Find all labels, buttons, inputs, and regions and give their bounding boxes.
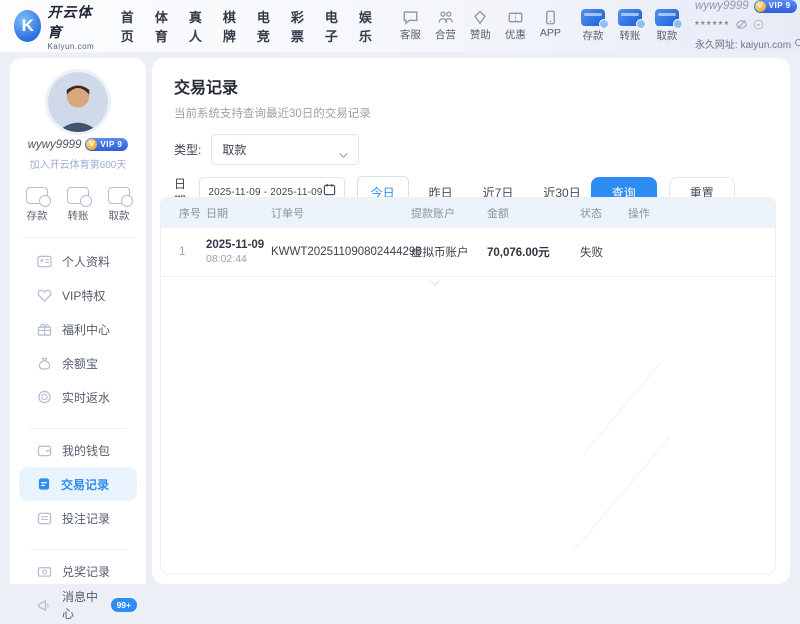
profile-name: wywy9999 bbox=[27, 138, 82, 151]
nav-sports[interactable]: 体育 bbox=[155, 7, 168, 45]
row-datetime: 2025-11-09 08:02:44 bbox=[206, 239, 265, 265]
wallet-group: 存款 转账 取款 bbox=[580, 9, 683, 43]
nav-live[interactable]: 真人 bbox=[189, 7, 202, 45]
type-select[interactable]: 取款 bbox=[211, 134, 360, 165]
partner-icon bbox=[437, 10, 454, 25]
sidebar-item-profile[interactable]: 个人资料 bbox=[19, 244, 137, 278]
transfer-button[interactable]: 转账 bbox=[617, 9, 646, 43]
sidebar-menu: 个人资料 VIP特权 福利中心 余额宝 实时返水 我的钱包 交易记录 投注记录 … bbox=[10, 242, 146, 624]
bet-record-icon bbox=[37, 512, 52, 524]
row-status: 失败 bbox=[580, 247, 603, 259]
deposit-card-icon bbox=[580, 9, 609, 29]
service-promo[interactable]: 优惠 bbox=[505, 10, 526, 42]
row-account: 虚拟币账户 bbox=[411, 244, 487, 287]
main-panel: 交易记录 当前系统支持查询最近30日的交易记录 类型: 取款 日期: 2025-… bbox=[152, 58, 790, 584]
masked-balance: ****** bbox=[694, 20, 731, 32]
prize-record-icon bbox=[37, 566, 52, 577]
service-support[interactable]: 客服 bbox=[400, 10, 421, 42]
sidebar: wywy9999 V VIP 9 加入开云体育第600天 存款 转账 取款 个人… bbox=[10, 58, 146, 621]
sidebar-item-vip[interactable]: VIP特权 bbox=[19, 278, 137, 312]
nav-home[interactable]: 首页 bbox=[121, 7, 134, 45]
sidebar-item-bets[interactable]: 投注记录 bbox=[19, 501, 137, 535]
withdraw-button[interactable]: 取款 bbox=[654, 9, 683, 43]
transfer-icon bbox=[67, 187, 92, 207]
withdraw-icon bbox=[108, 187, 133, 207]
wallet-icon bbox=[37, 445, 52, 456]
chevron-down-icon bbox=[338, 146, 349, 164]
row-order-no: KWWT202511090802444298 bbox=[271, 246, 422, 258]
chat-icon bbox=[402, 10, 419, 25]
row-amount: 70,076.00元 bbox=[487, 247, 550, 259]
divider bbox=[29, 549, 127, 550]
message-count-badge: 99+ bbox=[110, 598, 137, 612]
service-sponsor[interactable]: 赞助 bbox=[470, 10, 491, 42]
records-table: 序号 日期 订单号 提款账户 金额 状态 操作 1 2025-11-09 08:… bbox=[160, 197, 776, 574]
gem-icon bbox=[472, 10, 488, 25]
sidebar-item-yuebao[interactable]: 余额宝 bbox=[19, 346, 137, 380]
ticket-icon bbox=[507, 10, 524, 25]
deposit-button[interactable]: 存款 bbox=[580, 9, 609, 43]
search-icon[interactable] bbox=[794, 38, 800, 54]
divider bbox=[20, 237, 136, 238]
sidebar-withdraw[interactable]: 取款 bbox=[108, 187, 133, 223]
transfer-card-icon bbox=[617, 9, 646, 29]
logo-title: 开云体育 bbox=[47, 3, 93, 40]
user-info: wywy9999 V VIP 9 ****** 永久网址: kaiyun.com bbox=[695, 0, 800, 53]
id-card-icon bbox=[37, 255, 52, 267]
service-app[interactable]: APP bbox=[540, 10, 561, 42]
row-expand-chevron-icon[interactable] bbox=[429, 278, 441, 290]
nav-slots[interactable]: 电子 bbox=[325, 7, 338, 45]
sidebar-quick-actions: 存款 转账 取款 bbox=[10, 187, 146, 223]
profile-vip-badge: V VIP 9 bbox=[85, 138, 129, 151]
divider bbox=[29, 428, 127, 429]
type-filter-row: 类型: 取款 bbox=[174, 134, 772, 165]
service-partner[interactable]: 合营 bbox=[435, 10, 456, 42]
megaphone-icon bbox=[38, 599, 49, 611]
sidebar-item-messages[interactable]: 消息中心 99+ bbox=[19, 588, 137, 622]
sidebar-item-wallet[interactable]: 我的钱包 bbox=[19, 433, 137, 467]
vip-heart-icon bbox=[37, 289, 52, 302]
site-logo[interactable]: K 开云体育 Kaiyun.com bbox=[0, 2, 99, 51]
nav-esports[interactable]: 电竞 bbox=[257, 7, 270, 45]
row-index: 1 bbox=[179, 246, 186, 258]
permanent-url[interactable]: 永久网址: kaiyun.com bbox=[695, 39, 791, 53]
gift-icon bbox=[37, 323, 52, 336]
type-label: 类型: bbox=[174, 143, 202, 157]
main-nav: 首页 体育 真人 棋牌 电竞 彩票 电子 娱乐 bbox=[121, 7, 372, 45]
service-group: 客服 合营 赞助 优惠 APP bbox=[400, 10, 561, 42]
sidebar-item-prizes[interactable]: 兑奖记录 bbox=[19, 554, 137, 588]
transaction-record-icon bbox=[38, 478, 50, 490]
sidebar-item-welfare[interactable]: 福利中心 bbox=[19, 312, 137, 346]
table-row[interactable]: 1 2025-11-09 08:02:44 KWWT20251109080244… bbox=[161, 228, 775, 287]
table-header: 序号 日期 订单号 提款账户 金额 状态 操作 bbox=[161, 198, 775, 228]
profile-avatar[interactable] bbox=[48, 72, 108, 132]
username[interactable]: wywy9999 bbox=[695, 0, 749, 14]
refresh-icon[interactable] bbox=[753, 15, 764, 37]
vip-gem-icon: V bbox=[754, 0, 766, 12]
realtime-rebate-icon bbox=[38, 390, 51, 404]
logo-subtitle: Kaiyun.com bbox=[47, 41, 95, 51]
logo-icon: K bbox=[14, 10, 42, 42]
topbar: K 开云体育 Kaiyun.com 首页 体育 真人 棋牌 电竞 彩票 电子 娱… bbox=[0, 0, 800, 52]
vip-gem-icon: V bbox=[86, 139, 98, 150]
eye-off-icon[interactable] bbox=[735, 15, 748, 37]
nav-chess[interactable]: 棋牌 bbox=[223, 7, 236, 45]
join-days-text: 加入开云体育第600天 bbox=[29, 160, 127, 171]
nav-entertainment[interactable]: 娱乐 bbox=[359, 7, 372, 45]
sidebar-transfer[interactable]: 转账 bbox=[67, 187, 92, 223]
phone-icon bbox=[544, 10, 557, 25]
money-pouch-icon bbox=[38, 357, 51, 370]
page-title: 交易记录 bbox=[174, 80, 239, 97]
sidebar-item-rebate[interactable]: 实时返水 bbox=[19, 380, 137, 414]
nav-lottery[interactable]: 彩票 bbox=[291, 7, 304, 45]
withdraw-card-icon bbox=[654, 9, 683, 29]
vip-badge[interactable]: V VIP 9 bbox=[753, 0, 797, 13]
sidebar-item-transactions[interactable]: 交易记录 bbox=[19, 467, 137, 501]
deposit-icon bbox=[26, 187, 51, 207]
sidebar-deposit[interactable]: 存款 bbox=[26, 187, 51, 223]
page-subtitle: 当前系统支持查询最近30日的交易记录 bbox=[174, 108, 371, 120]
